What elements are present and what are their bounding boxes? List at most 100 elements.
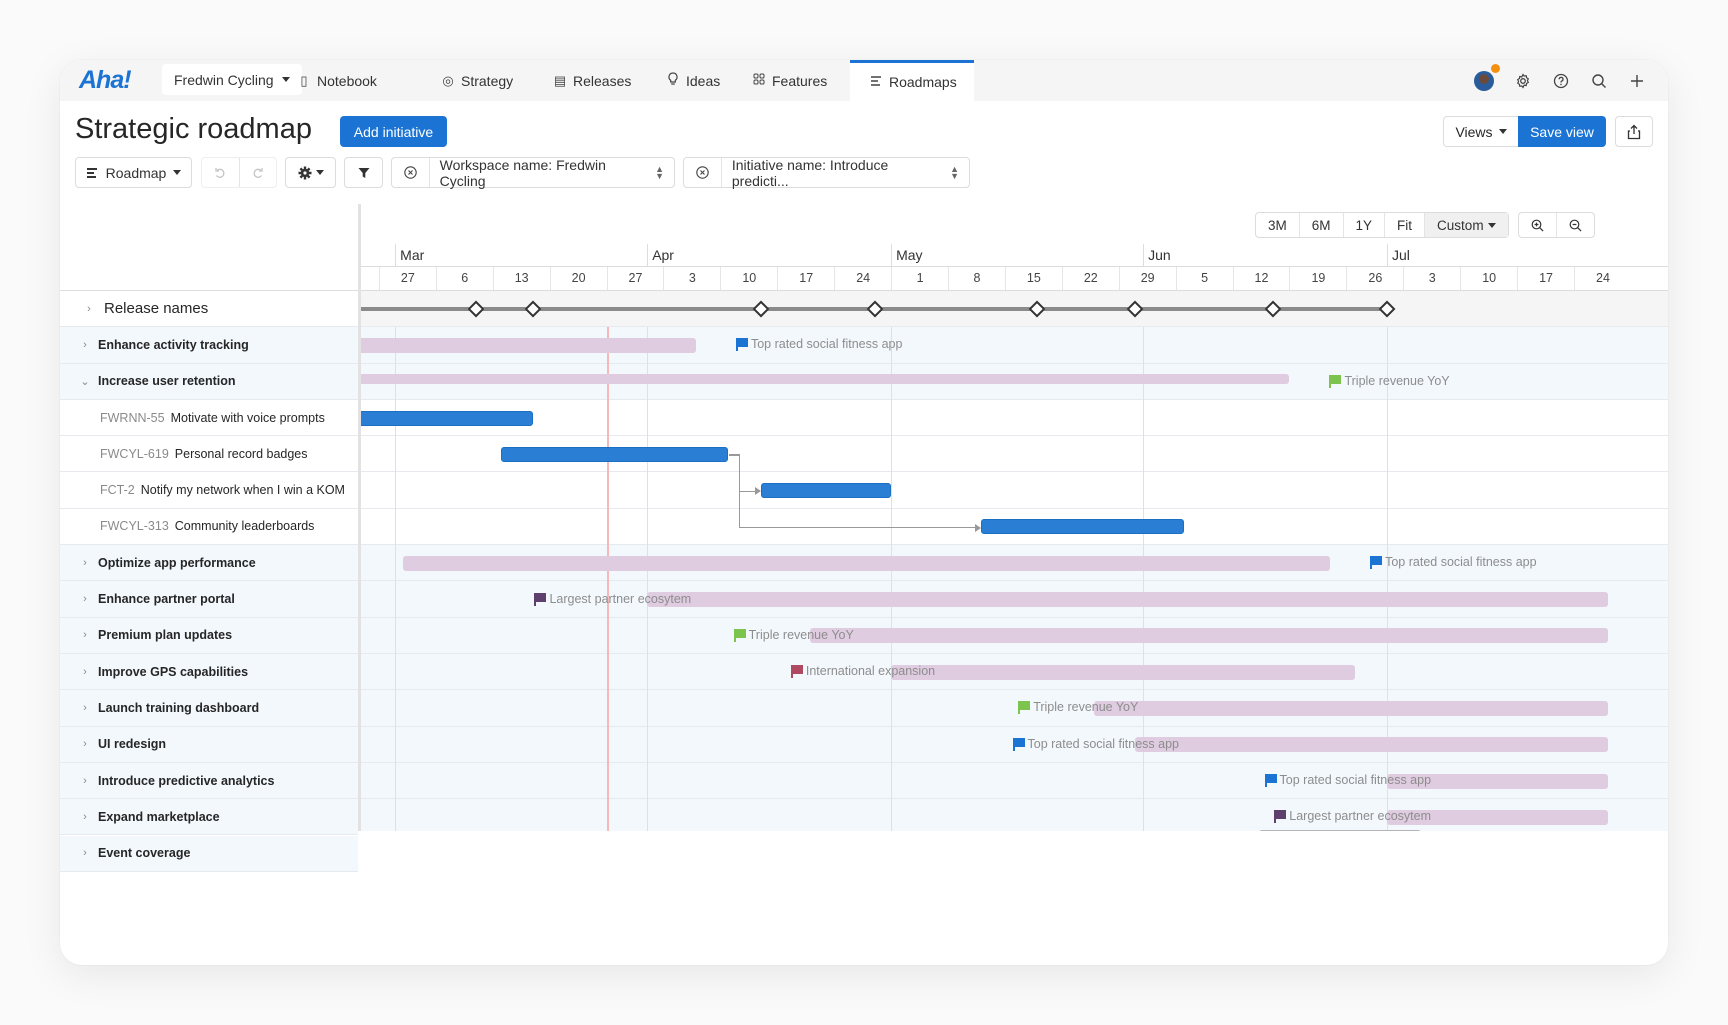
chevron-right-icon[interactable]: › — [80, 738, 90, 750]
zoom-in-button[interactable] — [1519, 213, 1556, 237]
month-label: May — [891, 244, 923, 266]
avatar[interactable] — [1474, 63, 1500, 91]
tab-roadmaps[interactable]: Roadmaps — [850, 60, 974, 101]
tab-features[interactable]: Features — [752, 60, 827, 101]
lightbulb-icon — [666, 72, 680, 89]
initiative-row[interactable]: › Optimize app performance — [60, 545, 358, 582]
aha-logo[interactable]: Aha! — [79, 66, 132, 95]
horizontal-scrollbar[interactable] — [1260, 829, 1420, 831]
views-label: Views — [1455, 123, 1493, 140]
share-button[interactable] — [1615, 116, 1653, 147]
initiative-row[interactable]: › Improve GPS capabilities — [60, 654, 358, 691]
timescale-custom[interactable]: Custom — [1424, 213, 1508, 237]
feature-bar[interactable] — [980, 519, 1184, 535]
goal-label[interactable]: Largest partner ecosytem — [534, 592, 691, 606]
week-label: 20 — [549, 267, 607, 290]
goal-label[interactable]: Triple revenue YoY — [1018, 700, 1138, 715]
feature-row[interactable]: FCT-2 Notify my network when I win a KOM — [60, 472, 358, 509]
chevron-right-icon[interactable]: › — [80, 629, 90, 641]
goal-name: International expansion — [805, 664, 936, 679]
chevron-right-icon[interactable]: › — [80, 775, 90, 787]
redo-button[interactable] — [238, 158, 276, 187]
timescale-6m[interactable]: 6M — [1298, 213, 1343, 237]
gear-icon — [298, 166, 311, 179]
initiative-row[interactable]: › UI redesign — [60, 726, 358, 763]
goal-label[interactable]: Triple revenue YoY — [1329, 374, 1450, 388]
remove-filter-button[interactable] — [392, 158, 429, 187]
initiative-bar[interactable] — [647, 592, 1608, 608]
initiative-row[interactable]: › Enhance activity tracking — [60, 327, 358, 364]
timescale-label: Fit — [1397, 217, 1413, 233]
goal-label[interactable]: Top rated social fitness app — [1264, 773, 1431, 788]
chevron-right-icon[interactable]: › — [80, 811, 90, 823]
release-row[interactable]: › Release names — [60, 291, 358, 328]
week-label: 12 — [1232, 267, 1290, 290]
goal-label[interactable]: Triple revenue YoY — [733, 628, 854, 642]
feature-bar[interactable] — [361, 410, 534, 426]
initiative-bar[interactable] — [361, 337, 696, 353]
initiative-row[interactable]: › Premium plan updates — [60, 617, 358, 654]
remove-filter-button[interactable] — [684, 158, 721, 187]
initiative-bar[interactable] — [1094, 700, 1608, 716]
gear-icon[interactable] — [1514, 72, 1532, 90]
workspace-filter-select[interactable]: Workspace name: Fredwin Cycling ▲ ▼ — [428, 157, 674, 189]
chevron-right-icon[interactable]: › — [80, 339, 90, 351]
save-view-button[interactable]: Save view — [1518, 116, 1606, 147]
timescale-fit[interactable]: Fit — [1384, 213, 1424, 237]
chevron-right-icon[interactable]: › — [80, 666, 90, 678]
initiative-row[interactable]: ⌄ Increase user retention — [60, 363, 358, 400]
week-label: 24 — [834, 267, 891, 290]
chevron-right-icon[interactable]: › — [84, 303, 94, 315]
initiative-row[interactable]: › Introduce predictive analytics — [60, 762, 358, 800]
feature-row[interactable]: FWCYL-619 Personal record badges — [60, 436, 358, 473]
chevron-right-icon[interactable]: › — [80, 593, 90, 605]
goal-label[interactable]: Top rated social fitness app — [1370, 555, 1537, 570]
search-icon[interactable] — [1590, 72, 1608, 90]
initiative-row[interactable]: › Expand marketplace — [60, 799, 358, 836]
initiative-row[interactable]: › Event coverage — [60, 835, 358, 872]
chevron-down-icon[interactable]: ⌄ — [80, 375, 90, 388]
goal-label[interactable]: Top rated social fitness app — [735, 337, 902, 352]
timescale-1y[interactable]: 1Y — [1342, 213, 1385, 237]
workspace-switcher[interactable]: Fredwin Cycling — [162, 64, 302, 95]
initiative-bar[interactable] — [403, 555, 1331, 571]
initiative-bar[interactable] — [1135, 737, 1608, 753]
undo-button[interactable] — [202, 158, 239, 187]
feature-ref: FWCYL-313 — [100, 519, 169, 534]
timeline-area[interactable]: 3M6M1YFitCustom 202761320273101724181522… — [361, 204, 1668, 831]
add-initiative-button[interactable]: Add initiative — [340, 116, 447, 147]
feature-row[interactable]: FWRNN-55 Motivate with voice prompts — [60, 399, 358, 437]
filter-button[interactable] — [344, 157, 383, 188]
initiative-row[interactable]: › Enhance partner portal — [60, 581, 358, 618]
initiative-name: Optimize app performance — [98, 555, 256, 570]
feature-bar[interactable] — [500, 446, 729, 462]
week-label: 24 — [1574, 267, 1631, 290]
initiative-bar[interactable] — [361, 374, 1290, 385]
tab-label: Ideas — [686, 72, 721, 89]
feature-row[interactable]: FWCYL-313 Community leaderboards — [60, 508, 358, 546]
help-icon[interactable] — [1552, 72, 1570, 90]
chevron-right-icon[interactable]: › — [80, 702, 90, 714]
week-label: 10 — [720, 267, 777, 290]
goal-label[interactable]: International expansion — [790, 664, 936, 679]
settings-dropdown[interactable] — [285, 157, 336, 188]
initiative-row[interactable]: › Launch training dashboard — [60, 690, 358, 727]
goal-label[interactable]: Largest partner ecosytem — [1274, 809, 1431, 824]
initiative-filter-select[interactable]: Initiative name: Introduce predicti... ▲… — [720, 157, 969, 189]
initiative-bar[interactable] — [891, 664, 1355, 680]
tab-notebook[interactable]: ▯ Notebook — [297, 60, 377, 101]
tab-releases[interactable]: ▤ Releases — [553, 60, 632, 101]
tab-ideas[interactable]: Ideas — [666, 60, 720, 101]
goal-label[interactable]: Top rated social fitness app — [1012, 737, 1179, 751]
tab-strategy[interactable]: ◎ Strategy — [441, 60, 513, 101]
zoom-out-button[interactable] — [1556, 213, 1594, 237]
month-label: Mar — [395, 244, 424, 266]
roadmap-type-dropdown[interactable]: Roadmap — [75, 157, 192, 188]
initiative-bar[interactable] — [809, 628, 1608, 644]
feature-bar[interactable] — [761, 483, 892, 499]
views-dropdown[interactable]: Views — [1443, 116, 1518, 147]
timescale-3m[interactable]: 3M — [1256, 213, 1299, 237]
chevron-right-icon[interactable]: › — [80, 557, 90, 569]
plus-icon[interactable] — [1628, 72, 1646, 90]
chevron-right-icon[interactable]: › — [80, 847, 90, 859]
